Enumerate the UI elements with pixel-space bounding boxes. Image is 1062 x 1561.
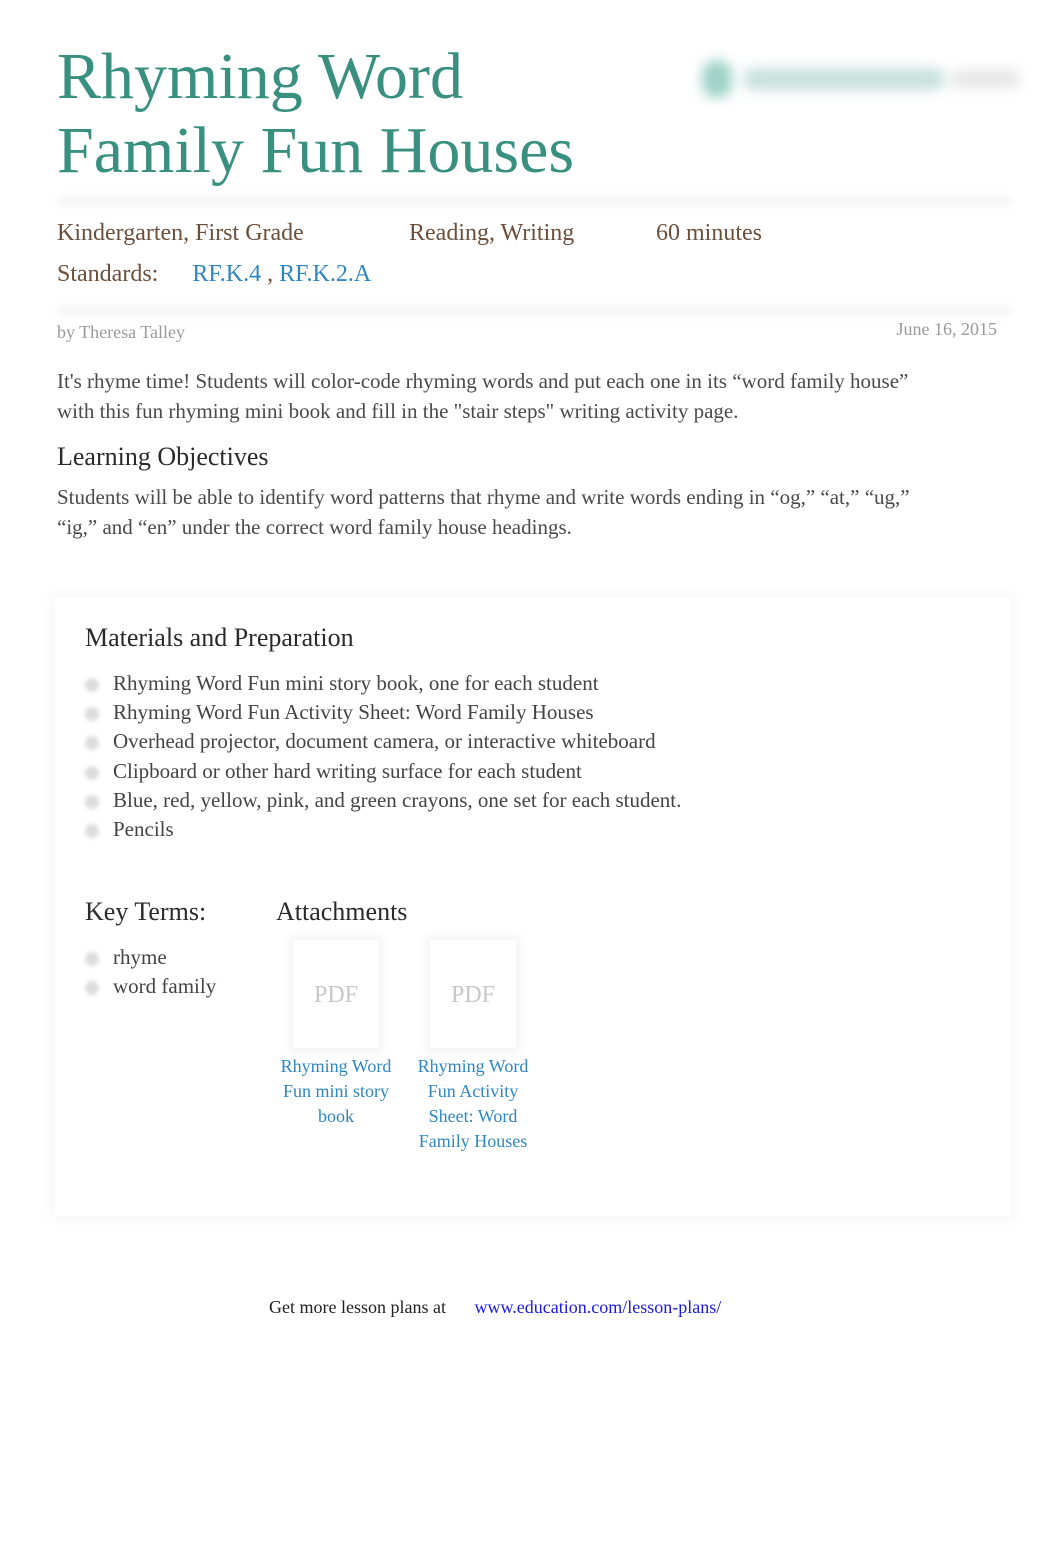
lesson-title: Rhyming Word Family Fun Houses — [57, 40, 574, 188]
materials-list: Rhyming Word Fun mini story book, one fo… — [85, 669, 681, 844]
list-item: Overhead projector, document camera, or … — [85, 727, 681, 756]
pdf-thumbnail[interactable]: PDF — [430, 940, 516, 1048]
attachment-link[interactable]: Rhyming Word Fun mini story book — [271, 1054, 401, 1129]
lesson-title-line-2: Family Fun Houses — [57, 114, 575, 187]
logo-wordmark-suffix — [950, 70, 1020, 88]
lesson-plans-link[interactable]: www.education.com/lesson-plans/ — [474, 1297, 721, 1317]
attachment-item[interactable]: PDF Rhyming Word Fun Activity Sheet: Wor… — [408, 940, 538, 1154]
list-item: rhyme — [85, 943, 216, 972]
divider — [57, 196, 1012, 206]
lesson-intro: It's rhyme time! Students will color-cod… — [57, 369, 909, 423]
bullet-icon — [85, 678, 99, 692]
list-item: Clipboard or other hard writing surface … — [85, 757, 681, 786]
materials-heading: Materials and Preparation — [85, 623, 354, 652]
education-com-logo[interactable] — [700, 58, 1020, 102]
learning-objectives-heading: Learning Objectives — [57, 442, 269, 471]
pdf-thumbnail[interactable]: PDF — [293, 940, 379, 1048]
logo-wordmark — [744, 68, 944, 90]
bullet-icon — [85, 981, 99, 996]
pdf-icon: PDF — [313, 982, 359, 1008]
key-term-label: rhyme — [113, 945, 167, 969]
bullet-icon — [85, 736, 99, 751]
key-terms-list: rhyme word family — [85, 943, 216, 1001]
list-item: Blue, red, yellow, pink, and green crayo… — [85, 786, 681, 815]
grade-levels: Kindergarten, First Grade — [57, 220, 304, 246]
bullet-icon — [85, 952, 99, 966]
subjects: Reading, Writing — [409, 220, 575, 246]
attachments-heading: Attachments — [276, 897, 408, 926]
standard-link-rf-k-2-a[interactable]: RF.K.2.A — [279, 261, 371, 287]
author-byline: by Theresa Talley — [57, 322, 186, 342]
standards-separator: , — [267, 261, 274, 287]
footer: Get more lesson plans at www.education.c… — [269, 1297, 794, 1323]
pdf-icon: PDF — [450, 982, 496, 1008]
standards-row: Standards: RF.K.4 , RF.K.2.A — [57, 261, 371, 288]
list-item: Rhyming Word Fun Activity Sheet: Word Fa… — [85, 698, 681, 727]
material-label: Clipboard or other hard writing surface … — [113, 758, 582, 783]
list-item: word family — [85, 972, 216, 1001]
material-label: Pencils — [113, 817, 174, 842]
bullet-icon — [85, 824, 99, 839]
lesson-title-line-1: Rhyming Word — [57, 40, 463, 113]
key-terms-heading: Key Terms: — [85, 897, 207, 926]
material-label: Blue, red, yellow, pink, and green crayo… — [113, 787, 682, 812]
bullet-icon — [85, 794, 99, 809]
list-item: Rhyming Word Fun mini story book, one fo… — [85, 669, 681, 698]
attachment-link[interactable]: Rhyming Word Fun Activity Sheet: Word Fa… — [408, 1054, 538, 1154]
footer-text: Get more lesson plans at — [269, 1297, 446, 1317]
bullet-icon — [85, 707, 99, 722]
standard-link-rf-k-4[interactable]: RF.K.4 — [192, 261, 261, 287]
learning-objectives-text: Students will be able to identify word p… — [57, 485, 910, 539]
list-item: Pencils — [85, 815, 681, 844]
publish-date: June 16, 2015 — [896, 319, 998, 339]
duration: 60 minutes — [656, 220, 762, 246]
material-label: Overhead projector, document camera, or … — [113, 729, 656, 754]
divider — [57, 306, 1012, 316]
material-label: Rhyming Word Fun Activity Sheet: Word Fa… — [113, 700, 594, 725]
education-com-logo-icon — [702, 60, 732, 98]
material-label: Rhyming Word Fun mini story book, one fo… — [113, 671, 599, 695]
attachment-item[interactable]: PDF Rhyming Word Fun mini story book — [271, 940, 401, 1129]
key-term-label: word family — [113, 974, 217, 999]
bullet-icon — [85, 765, 99, 780]
standards-label: Standards: — [57, 261, 159, 287]
